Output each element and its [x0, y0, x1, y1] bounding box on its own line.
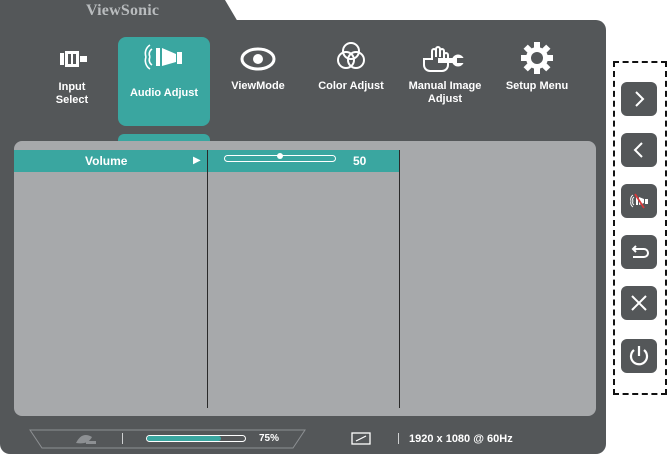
volume-label: Volume — [85, 154, 128, 168]
status-progress-label: 75% — [259, 433, 280, 444]
status-progress-fill — [147, 436, 221, 441]
menu-label-setup: Setup Menu — [505, 80, 569, 92]
volume-value: 50 — [353, 154, 367, 168]
menu-manual-image-adjust[interactable]: Manual Image Adjust — [402, 37, 488, 126]
osd-frame: Input Select Audio Adjust ViewMode Color — [0, 20, 606, 454]
brand-logo: ViewSonic — [86, 2, 160, 19]
submenu-panel: Volume ▶ 50 — [14, 141, 596, 416]
menu-viewmode[interactable]: ViewMode — [224, 37, 292, 126]
status-bar: 75% 1920 x 1080 @ 60Hz — [0, 424, 606, 452]
return-icon — [631, 245, 649, 258]
eco-mode-icon — [76, 435, 96, 444]
status-progress-bar — [146, 435, 246, 442]
column-divider — [399, 150, 400, 408]
menu-label-viewmode: ViewMode — [231, 80, 285, 92]
hand-wrench-icon — [423, 46, 465, 72]
submenu-arrow-icon: ▶ — [193, 155, 201, 166]
column-divider — [207, 150, 208, 408]
gear-icon — [521, 42, 553, 74]
menu-color-adjust[interactable]: Color Adjust — [313, 37, 389, 126]
back-icon — [633, 142, 643, 158]
back-button[interactable] — [621, 133, 657, 167]
close-button[interactable] — [621, 286, 657, 320]
control-keys-panel — [613, 61, 667, 395]
menu-label-color-adjust: Color Adjust — [318, 80, 384, 92]
mute-icon — [630, 193, 648, 209]
volume-slider[interactable] — [224, 153, 336, 162]
menu-label-input-select: Input Select — [55, 81, 89, 106]
next-icon — [635, 91, 645, 107]
menu-audio-adjust[interactable]: Audio Adjust — [118, 37, 210, 126]
eye-icon — [240, 47, 276, 71]
menu-input-select[interactable]: Input Select — [43, 37, 101, 126]
status-divider — [398, 433, 399, 444]
mute-button[interactable] — [621, 184, 657, 218]
input-select-icon — [60, 51, 87, 67]
next-button[interactable] — [621, 82, 657, 116]
close-icon — [631, 295, 647, 311]
return-button[interactable] — [621, 235, 657, 269]
menu-setup[interactable]: Setup Menu — [500, 37, 574, 126]
display-aspect-icon — [351, 432, 371, 445]
volume-slider-knob[interactable] — [277, 153, 283, 159]
color-circles-icon — [337, 42, 365, 69]
power-button[interactable] — [621, 339, 657, 373]
status-divider — [122, 433, 123, 444]
power-icon — [629, 346, 649, 366]
menu-label-audio-adjust: Audio Adjust — [129, 87, 199, 99]
resolution-text: 1920 x 1080 @ 60Hz — [409, 433, 513, 445]
speaker-icon — [144, 44, 182, 70]
menu-label-manual-image-adjust: Manual Image Adjust — [408, 80, 482, 105]
